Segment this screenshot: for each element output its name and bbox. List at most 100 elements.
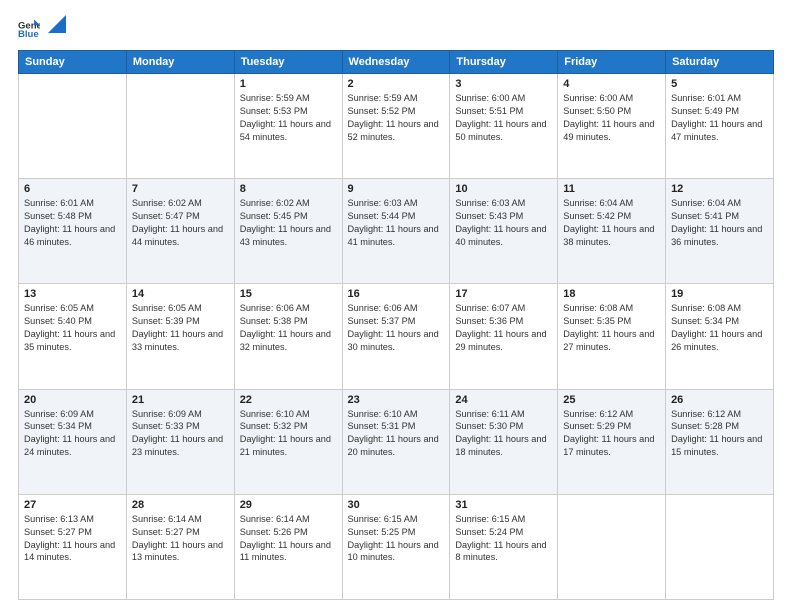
day-number: 26 bbox=[671, 394, 768, 406]
calendar-cell: 3 Sunrise: 6:00 AMSunset: 5:51 PMDaylight… bbox=[450, 74, 558, 179]
logo-icon: General Blue bbox=[18, 18, 40, 40]
day-number: 14 bbox=[132, 288, 229, 300]
day-number: 2 bbox=[348, 78, 445, 90]
calendar-cell: 23Sunrise: 6:10 AMSunset: 5:31 PMDayligh… bbox=[342, 389, 450, 494]
day-info: Sunrise: 6:10 AMSunset: 5:31 PMDaylight:… bbox=[348, 408, 445, 460]
logo-triangle-icon bbox=[48, 15, 66, 33]
day-number: 17 bbox=[455, 288, 552, 300]
svg-text:Blue: Blue bbox=[18, 29, 39, 40]
day-info: Sunrise: 6:10 AMSunset: 5:32 PMDaylight:… bbox=[240, 408, 337, 460]
calendar-cell: 21 Sunrise: 6:09 AMSunset: 5:33 PMDayligh… bbox=[126, 389, 234, 494]
day-number: 21 bbox=[132, 394, 229, 406]
day-info: Sunrise: 6:04 AMSunset: 5:41 PMDaylight:… bbox=[671, 197, 768, 249]
page: General Blue SundayMondayTuesdayWednesda… bbox=[0, 0, 792, 612]
day-info: Sunrise: 6:02 AMSunset: 5:47 PMDaylight:… bbox=[132, 197, 229, 249]
day-info: Sunrise: 6:00 AMSunset: 5:50 PMDaylight:… bbox=[563, 92, 660, 144]
day-number: 3 bbox=[455, 78, 552, 90]
day-info: Sunrise: 6:01 AMSunset: 5:49 PMDaylight:… bbox=[671, 92, 768, 144]
day-info: Sunrise: 6:07 AMSunset: 5:36 PMDaylight:… bbox=[455, 302, 552, 354]
calendar-cell: 30 Sunrise: 6:15 AMSunset: 5:25 PMDayligh… bbox=[342, 494, 450, 599]
day-number: 1 bbox=[240, 78, 337, 90]
calendar-cell: 12 Sunrise: 6:04 AMSunset: 5:41 PMDayligh… bbox=[666, 179, 774, 284]
calendar-cell: 20 Sunrise: 6:09 AMSunset: 5:34 PMDayligh… bbox=[19, 389, 127, 494]
day-number: 22 bbox=[240, 394, 337, 406]
day-info: Sunrise: 6:05 AMSunset: 5:40 PMDaylight:… bbox=[24, 302, 121, 354]
day-number: 31 bbox=[455, 499, 552, 511]
calendar-cell: 15Sunrise: 6:06 AMSunset: 5:38 PMDayligh… bbox=[234, 284, 342, 389]
calendar-cell: 17 Sunrise: 6:07 AMSunset: 5:36 PMDayligh… bbox=[450, 284, 558, 389]
day-info: Sunrise: 6:11 AMSunset: 5:30 PMDaylight:… bbox=[455, 408, 552, 460]
day-info: Sunrise: 6:14 AMSunset: 5:27 PMDaylight:… bbox=[132, 513, 229, 565]
day-info: Sunrise: 6:00 AMSunset: 5:51 PMDaylight:… bbox=[455, 92, 552, 144]
weekday-header: Friday bbox=[558, 51, 666, 74]
day-number: 25 bbox=[563, 394, 660, 406]
day-info: Sunrise: 6:08 AMSunset: 5:35 PMDaylight:… bbox=[563, 302, 660, 354]
weekday-header: Monday bbox=[126, 51, 234, 74]
calendar-cell: 25 Sunrise: 6:12 AMSunset: 5:29 PMDayligh… bbox=[558, 389, 666, 494]
day-info: Sunrise: 6:15 AMSunset: 5:25 PMDaylight:… bbox=[348, 513, 445, 565]
day-number: 10 bbox=[455, 183, 552, 195]
calendar-cell: 2 Sunrise: 5:59 AMSunset: 5:52 PMDaylight… bbox=[342, 74, 450, 179]
calendar-cell: 22 Sunrise: 6:10 AMSunset: 5:32 PMDayligh… bbox=[234, 389, 342, 494]
calendar-cell: 26 Sunrise: 6:12 AMSunset: 5:28 PMDayligh… bbox=[666, 389, 774, 494]
day-number: 30 bbox=[348, 499, 445, 511]
day-info: Sunrise: 6:08 AMSunset: 5:34 PMDaylight:… bbox=[671, 302, 768, 354]
calendar-cell: 1 Sunrise: 5:59 AMSunset: 5:53 PMDaylight… bbox=[234, 74, 342, 179]
day-number: 16 bbox=[348, 288, 445, 300]
day-number: 13 bbox=[24, 288, 121, 300]
day-number: 6 bbox=[24, 183, 121, 195]
day-number: 20 bbox=[24, 394, 121, 406]
logo: General Blue bbox=[18, 18, 66, 40]
calendar-cell: 8 Sunrise: 6:02 AMSunset: 5:45 PMDaylight… bbox=[234, 179, 342, 284]
day-info: Sunrise: 6:12 AMSunset: 5:29 PMDaylight:… bbox=[563, 408, 660, 460]
day-info: Sunrise: 5:59 AMSunset: 5:52 PMDaylight:… bbox=[348, 92, 445, 144]
day-info: Sunrise: 6:03 AMSunset: 5:44 PMDaylight:… bbox=[348, 197, 445, 249]
day-info: Sunrise: 6:01 AMSunset: 5:48 PMDaylight:… bbox=[24, 197, 121, 249]
weekday-header: Wednesday bbox=[342, 51, 450, 74]
day-info: Sunrise: 6:03 AMSunset: 5:43 PMDaylight:… bbox=[455, 197, 552, 249]
calendar-cell: 28 Sunrise: 6:14 AMSunset: 5:27 PMDayligh… bbox=[126, 494, 234, 599]
calendar-cell bbox=[126, 74, 234, 179]
calendar-cell: 31Sunrise: 6:15 AMSunset: 5:24 PMDayligh… bbox=[450, 494, 558, 599]
calendar-cell: 29 Sunrise: 6:14 AMSunset: 5:26 PMDayligh… bbox=[234, 494, 342, 599]
weekday-header: Thursday bbox=[450, 51, 558, 74]
day-info: Sunrise: 6:13 AMSunset: 5:27 PMDaylight:… bbox=[24, 513, 121, 565]
day-number: 7 bbox=[132, 183, 229, 195]
day-info: Sunrise: 6:05 AMSunset: 5:39 PMDaylight:… bbox=[132, 302, 229, 354]
calendar-cell: 7 Sunrise: 6:02 AMSunset: 5:47 PMDaylight… bbox=[126, 179, 234, 284]
day-info: Sunrise: 6:04 AMSunset: 5:42 PMDaylight:… bbox=[563, 197, 660, 249]
weekday-header: Sunday bbox=[19, 51, 127, 74]
calendar-cell: 13 Sunrise: 6:05 AMSunset: 5:40 PMDayligh… bbox=[19, 284, 127, 389]
calendar-cell bbox=[558, 494, 666, 599]
calendar-cell: 16Sunrise: 6:06 AMSunset: 5:37 PMDayligh… bbox=[342, 284, 450, 389]
calendar-cell: 14 Sunrise: 6:05 AMSunset: 5:39 PMDayligh… bbox=[126, 284, 234, 389]
day-info: Sunrise: 6:02 AMSunset: 5:45 PMDaylight:… bbox=[240, 197, 337, 249]
weekday-header: Tuesday bbox=[234, 51, 342, 74]
calendar-cell: 4 Sunrise: 6:00 AMSunset: 5:50 PMDaylight… bbox=[558, 74, 666, 179]
calendar-cell: 24 Sunrise: 6:11 AMSunset: 5:30 PMDayligh… bbox=[450, 389, 558, 494]
day-info: Sunrise: 5:59 AMSunset: 5:53 PMDaylight:… bbox=[240, 92, 337, 144]
day-number: 19 bbox=[671, 288, 768, 300]
calendar-cell: 11Sunrise: 6:04 AMSunset: 5:42 PMDayligh… bbox=[558, 179, 666, 284]
calendar-cell bbox=[19, 74, 127, 179]
calendar-table: SundayMondayTuesdayWednesdayThursdayFrid… bbox=[18, 50, 774, 600]
day-number: 28 bbox=[132, 499, 229, 511]
calendar-cell: 10 Sunrise: 6:03 AMSunset: 5:43 PMDayligh… bbox=[450, 179, 558, 284]
day-number: 12 bbox=[671, 183, 768, 195]
calendar-cell: 27 Sunrise: 6:13 AMSunset: 5:27 PMDayligh… bbox=[19, 494, 127, 599]
day-info: Sunrise: 6:12 AMSunset: 5:28 PMDaylight:… bbox=[671, 408, 768, 460]
calendar-cell: 19 Sunrise: 6:08 AMSunset: 5:34 PMDayligh… bbox=[666, 284, 774, 389]
day-info: Sunrise: 6:14 AMSunset: 5:26 PMDaylight:… bbox=[240, 513, 337, 565]
day-number: 24 bbox=[455, 394, 552, 406]
day-number: 29 bbox=[240, 499, 337, 511]
calendar-cell: 9Sunrise: 6:03 AMSunset: 5:44 PMDaylight… bbox=[342, 179, 450, 284]
day-number: 8 bbox=[240, 183, 337, 195]
calendar-cell: 5Sunrise: 6:01 AMSunset: 5:49 PMDaylight… bbox=[666, 74, 774, 179]
calendar-cell bbox=[666, 494, 774, 599]
weekday-header: Saturday bbox=[666, 51, 774, 74]
day-number: 4 bbox=[563, 78, 660, 90]
day-number: 18 bbox=[563, 288, 660, 300]
day-number: 27 bbox=[24, 499, 121, 511]
day-info: Sunrise: 6:09 AMSunset: 5:34 PMDaylight:… bbox=[24, 408, 121, 460]
day-info: Sunrise: 6:09 AMSunset: 5:33 PMDaylight:… bbox=[132, 408, 229, 460]
